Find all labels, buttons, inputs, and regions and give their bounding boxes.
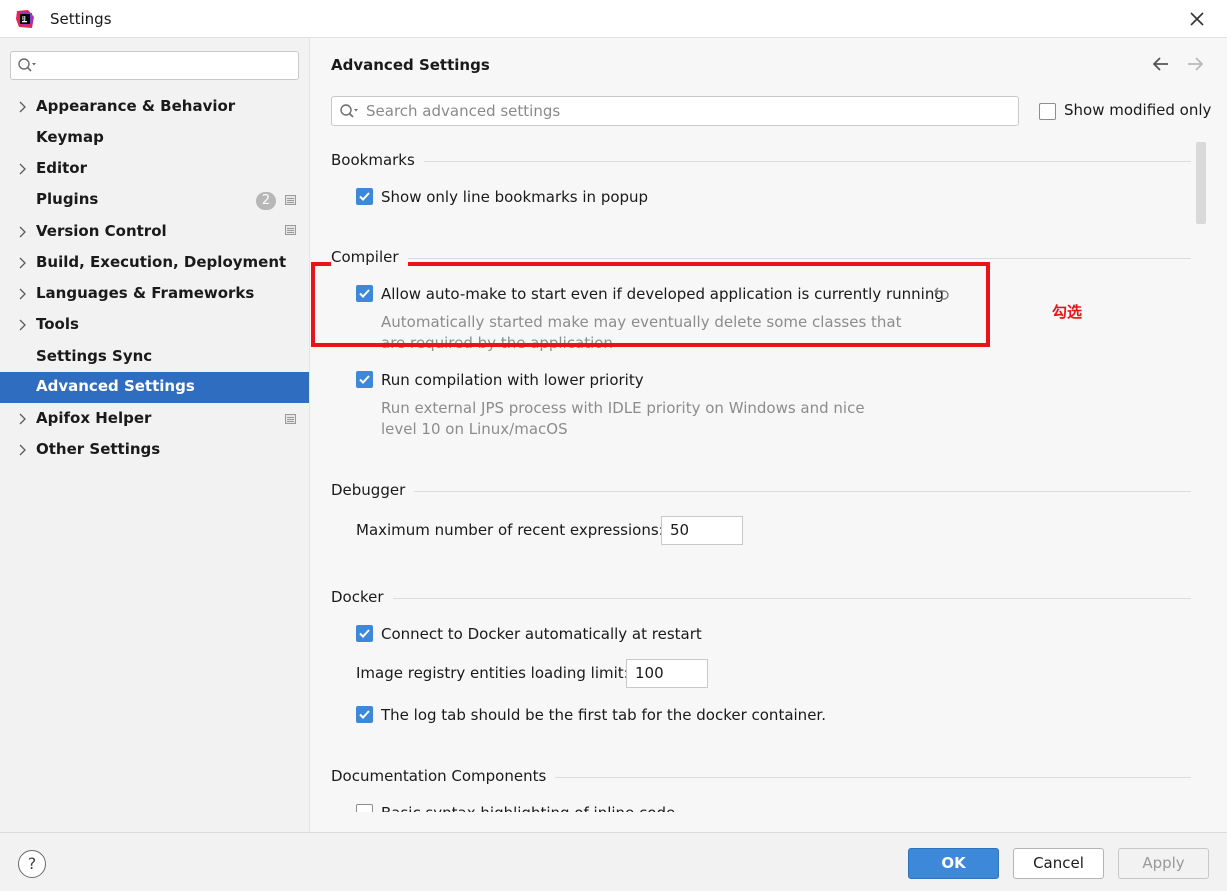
- window-title: Settings: [50, 10, 112, 28]
- title-bar: IJ Settings: [0, 0, 1227, 38]
- recent-expressions-label: Maximum number of recent expressions:: [356, 521, 664, 539]
- sidebar-search-input[interactable]: [10, 51, 299, 80]
- chevron-right-icon: [19, 226, 26, 238]
- sidebar-item-label: Plugins: [36, 190, 99, 208]
- sidebar-item-build-execution-deployment[interactable]: Build, Execution, Deployment: [0, 248, 309, 279]
- sidebar-item-languages-frameworks[interactable]: Languages & Frameworks: [0, 279, 309, 310]
- dialog-footer: ? OK Cancel Apply: [0, 832, 1227, 891]
- section-divider: [331, 491, 1191, 492]
- section-title: Debugger: [331, 481, 415, 499]
- advanced-settings-search-input[interactable]: [366, 101, 1006, 121]
- chevron-right-icon: [19, 444, 26, 456]
- section-title: Docker: [331, 588, 393, 606]
- sidebar-item-label: Settings Sync: [36, 347, 153, 365]
- inline-syntax-label: Basic syntax highlighting of inline code: [381, 804, 675, 812]
- sidebar-item-label: Tools: [36, 315, 79, 333]
- sidebar-item-settings-sync[interactable]: Settings Sync: [0, 342, 309, 373]
- docker-log-tab-checkbox[interactable]: [356, 706, 373, 723]
- section-divider: [331, 161, 1191, 162]
- project-level-icon: [285, 195, 296, 205]
- intellij-logo-icon: IJ: [16, 10, 34, 28]
- arrow-back-icon[interactable]: [1151, 54, 1171, 74]
- advanced-settings-search[interactable]: [331, 96, 1019, 126]
- section-title: Documentation Components: [331, 767, 556, 785]
- sidebar-item-label: Appearance & Behavior: [36, 97, 236, 115]
- sidebar-item-label: Build, Execution, Deployment: [36, 253, 287, 271]
- project-level-icon: [285, 225, 296, 235]
- sidebar-item-label: Languages & Frameworks: [36, 284, 255, 302]
- advanced-settings-panel: Advanced Settings Show modified only Boo…: [309, 38, 1227, 832]
- sidebar-item-plugins[interactable]: Plugins 2: [0, 185, 309, 216]
- arrow-forward-icon[interactable]: [1185, 54, 1205, 74]
- recent-expressions-input[interactable]: 50: [661, 516, 743, 545]
- vertical-scrollbar[interactable]: [1196, 142, 1206, 224]
- section-divider: [331, 258, 1191, 259]
- close-icon[interactable]: [1186, 8, 1208, 30]
- registry-limit-input[interactable]: 100: [626, 659, 708, 688]
- search-icon: [340, 104, 358, 118]
- sidebar-item-keymap[interactable]: Keymap: [0, 123, 309, 154]
- show-modified-only-label: Show modified only: [1064, 101, 1212, 119]
- chevron-right-icon: [19, 163, 26, 175]
- plugins-update-badge: 2: [256, 192, 276, 210]
- section-divider: [331, 598, 1191, 599]
- annotation-highlight-box: [311, 262, 990, 347]
- page-title: Advanced Settings: [331, 56, 490, 74]
- section-docker: Docker: [331, 588, 1191, 608]
- cancel-button[interactable]: Cancel: [1013, 848, 1104, 879]
- checkmark-icon: [359, 710, 370, 719]
- sidebar-item-label: Apifox Helper: [36, 409, 152, 427]
- checkmark-icon: [359, 629, 370, 638]
- sidebar-item-label: Version Control: [36, 222, 167, 240]
- svg-text:IJ: IJ: [22, 16, 26, 22]
- ok-button[interactable]: OK: [908, 848, 999, 879]
- clipped-row: Basic syntax highlighting of inline code: [310, 800, 1190, 812]
- show-modified-only-checkbox[interactable]: [1039, 103, 1056, 120]
- section-debugger: Debugger: [331, 481, 1191, 501]
- help-button[interactable]: ?: [18, 850, 46, 878]
- low-priority-checkbox[interactable]: [356, 371, 373, 388]
- section-title: Compiler: [331, 248, 408, 266]
- sidebar-item-tools[interactable]: Tools: [0, 310, 309, 341]
- chevron-right-icon: [19, 101, 26, 113]
- sidebar-item-version-control[interactable]: Version Control: [0, 217, 309, 248]
- chevron-right-icon: [19, 288, 26, 300]
- sidebar-item-other-settings[interactable]: Other Settings: [0, 435, 309, 466]
- chevron-right-icon: [19, 413, 26, 425]
- revert-icon[interactable]: [933, 285, 951, 301]
- section-bookmarks: Bookmarks: [331, 151, 1191, 171]
- sidebar-item-advanced-settings[interactable]: Advanced Settings: [0, 372, 309, 403]
- section-title: Bookmarks: [331, 151, 424, 169]
- sidebar-item-editor[interactable]: Editor: [0, 154, 309, 185]
- search-icon: [18, 58, 36, 72]
- checkmark-icon: [359, 192, 370, 201]
- chevron-right-icon: [19, 257, 26, 269]
- sidebar-item-label: Keymap: [36, 128, 104, 146]
- registry-limit-label: Image registry entities loading limit:: [356, 664, 629, 682]
- low-priority-label: Run compilation with lower priority: [381, 371, 644, 389]
- checkmark-icon: [359, 375, 370, 384]
- sidebar-item-label: Advanced Settings: [36, 377, 195, 395]
- sidebar-item-label: Other Settings: [36, 440, 161, 458]
- sidebar-item-apifox-helper[interactable]: Apifox Helper: [0, 404, 309, 435]
- annotation-label: 勾选: [1052, 303, 1083, 321]
- sidebar-item-label: Editor: [36, 159, 87, 177]
- inline-syntax-checkbox[interactable]: [356, 804, 373, 812]
- bookmarks-option-label: Show only line bookmarks in popup: [381, 188, 649, 206]
- bookmarks-checkbox[interactable]: [356, 188, 373, 205]
- apply-button[interactable]: Apply: [1118, 848, 1209, 879]
- settings-sidebar: Appearance & Behavior Keymap Editor Plug…: [0, 38, 309, 832]
- docker-connect-label: Connect to Docker automatically at resta…: [381, 625, 702, 643]
- section-documentation-components: Documentation Components: [331, 767, 1191, 787]
- sidebar-item-appearance-behavior[interactable]: Appearance & Behavior: [0, 92, 309, 123]
- docker-log-tab-label: The log tab should be the first tab for …: [381, 706, 826, 724]
- docker-connect-checkbox[interactable]: [356, 625, 373, 642]
- project-level-icon: [285, 414, 296, 424]
- low-priority-description: Run external JPS process with IDLE prior…: [381, 399, 865, 417]
- low-priority-description: level 10 on Linux/macOS: [381, 420, 568, 438]
- chevron-right-icon: [19, 319, 26, 331]
